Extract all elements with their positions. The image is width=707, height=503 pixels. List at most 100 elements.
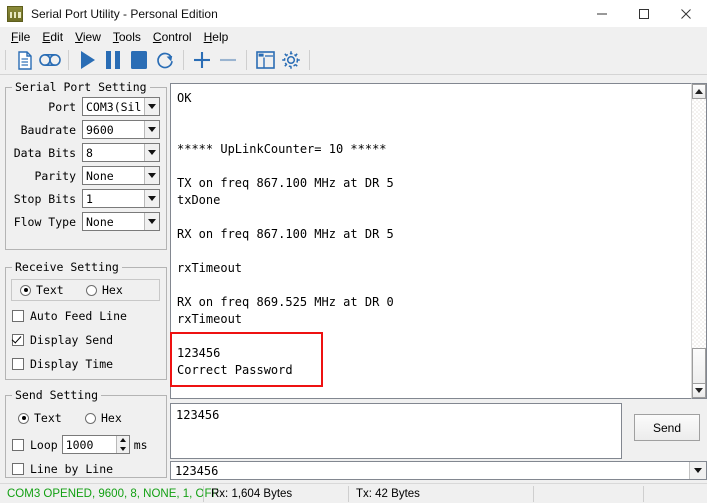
play-icon[interactable]	[74, 48, 100, 73]
chevron-down-icon[interactable]	[689, 462, 706, 479]
menu-view[interactable]: View	[69, 29, 107, 45]
parity-row: Parity None	[10, 165, 160, 186]
loop-label: Loop	[30, 437, 58, 452]
scroll-down-icon[interactable]	[692, 383, 706, 398]
close-button[interactable]	[665, 0, 707, 27]
maximize-button[interactable]	[623, 0, 665, 27]
menu-edit[interactable]: Edit	[36, 29, 69, 45]
minimize-button[interactable]	[581, 0, 623, 27]
loop-interval-value: 1000	[65, 437, 94, 452]
menu-control[interactable]: Control	[147, 29, 198, 45]
receive-text-label: Text	[36, 283, 64, 297]
checkbox-off-icon	[12, 462, 24, 475]
refresh-icon[interactable]	[152, 48, 178, 73]
plus-icon[interactable]	[189, 48, 215, 73]
menu-help-rest: elp	[212, 29, 229, 44]
checkbox-on-icon	[12, 333, 24, 346]
panel-icon[interactable]	[252, 48, 278, 73]
data-bits-select[interactable]: 8	[82, 143, 160, 162]
send-setting-group: Send Setting Text Hex Loop 1000 ms Line …	[5, 388, 167, 478]
toolbar-separator	[309, 50, 310, 70]
terminal-output[interactable]: OK ***** UpLinkCounter= 10 ***** TX on f…	[170, 83, 691, 399]
menu-tools[interactable]: Tools	[107, 29, 147, 45]
radio-off-icon	[85, 412, 96, 424]
baudrate-select[interactable]: 9600	[82, 120, 160, 139]
flow-type-value: None	[86, 214, 114, 229]
stop-bits-row: Stop Bits 1	[10, 188, 160, 209]
scrollbar-track[interactable]	[692, 99, 706, 383]
send-input[interactable]: 123456	[170, 403, 622, 459]
display-time-label: Display Time	[30, 356, 114, 371]
toolbar	[0, 46, 707, 75]
checkbox-off-icon	[12, 309, 24, 322]
stepper-up-icon[interactable]	[116, 436, 129, 445]
flow-type-select[interactable]: None	[82, 212, 160, 231]
stop-bits-select[interactable]: 1	[82, 189, 160, 208]
new-file-icon[interactable]	[11, 48, 37, 73]
flow-type-row: Flow Type None	[10, 211, 160, 232]
gear-icon[interactable]	[278, 48, 304, 73]
send-history-select[interactable]: 123456	[170, 461, 707, 480]
data-bits-value: 8	[86, 145, 93, 160]
baudrate-value: 9600	[86, 122, 114, 137]
send-input-value: 123456	[176, 408, 220, 422]
line-by-line-checkbox[interactable]: Line by Line	[12, 459, 160, 478]
parity-label: Parity	[34, 168, 76, 183]
pause-icon[interactable]	[100, 48, 126, 73]
baudrate-label: Baudrate	[20, 122, 76, 137]
send-format-radiogroup: Text Hex	[11, 407, 160, 429]
status-rx-bytes: Rx: 1,604 Bytes	[203, 485, 348, 502]
parity-select[interactable]: None	[82, 166, 160, 185]
receive-setting-group: Receive Setting Text Hex Auto Feed Line …	[5, 260, 167, 380]
menu-bar: File Edit View Tools Control Help	[0, 27, 707, 46]
auto-feed-line-label: Auto Feed Line	[30, 308, 127, 323]
terminal-line: RX on freq 869.525 MHz at DR 0	[177, 295, 394, 309]
stop-icon[interactable]	[126, 48, 152, 73]
scroll-up-icon[interactable]	[692, 84, 706, 99]
send-hex-label: Hex	[101, 411, 122, 425]
stepper-buttons[interactable]	[115, 436, 129, 453]
chevron-down-icon	[144, 98, 159, 115]
record-icon[interactable]	[37, 48, 63, 73]
serial-port-utility-window: Serial Port Utility - Personal Edition F…	[0, 0, 707, 503]
chevron-down-icon	[144, 167, 159, 184]
serial-port-setting-title: Serial Port Setting	[15, 80, 147, 94]
chevron-down-icon	[144, 144, 159, 161]
terminal-scrollbar[interactable]	[691, 83, 707, 399]
window-title: Serial Port Utility - Personal Edition	[31, 6, 218, 21]
settings-panel: Serial Port Setting Port COM3(Sil Baudra…	[5, 80, 167, 478]
display-send-checkbox[interactable]: Display Send	[12, 330, 160, 349]
title-bar: Serial Port Utility - Personal Edition	[0, 0, 707, 27]
port-select[interactable]: COM3(Sil	[82, 97, 160, 116]
loop-unit-label: ms	[133, 437, 148, 452]
window-controls	[581, 0, 707, 27]
send-text-radio[interactable]: Text	[18, 411, 85, 425]
auto-feed-line-checkbox[interactable]: Auto Feed Line	[12, 306, 160, 325]
chevron-down-icon	[144, 190, 159, 207]
loop-row: Loop 1000 ms	[12, 435, 160, 454]
terminal-line: OK	[177, 91, 192, 105]
receive-text-radio[interactable]: Text	[20, 283, 86, 297]
terminal-line: txDone	[177, 193, 221, 207]
loop-interval-stepper[interactable]: 1000	[61, 435, 130, 454]
minus-icon[interactable]	[215, 48, 241, 73]
display-time-checkbox[interactable]: Display Time	[12, 354, 160, 373]
receive-hex-radio[interactable]: Hex	[86, 283, 123, 297]
terminal-line: ***** UpLinkCounter= 10 *****	[177, 142, 387, 156]
menu-file[interactable]: File	[5, 29, 36, 45]
terminal-line: Correct Password	[177, 363, 293, 377]
toolbar-separator	[246, 50, 247, 70]
send-hex-radio[interactable]: Hex	[85, 411, 122, 425]
send-button[interactable]: Send	[634, 414, 700, 441]
stepper-down-icon[interactable]	[116, 444, 129, 453]
radio-off-icon	[86, 284, 97, 296]
status-bar: COM3 OPENED, 9600, 8, NONE, 1, OFF Rx: 1…	[0, 483, 707, 503]
menu-help[interactable]: Help	[198, 29, 235, 45]
loop-checkbox[interactable]	[12, 438, 24, 451]
port-label: Port	[48, 99, 76, 114]
scrollbar-thumb[interactable]	[692, 348, 706, 384]
